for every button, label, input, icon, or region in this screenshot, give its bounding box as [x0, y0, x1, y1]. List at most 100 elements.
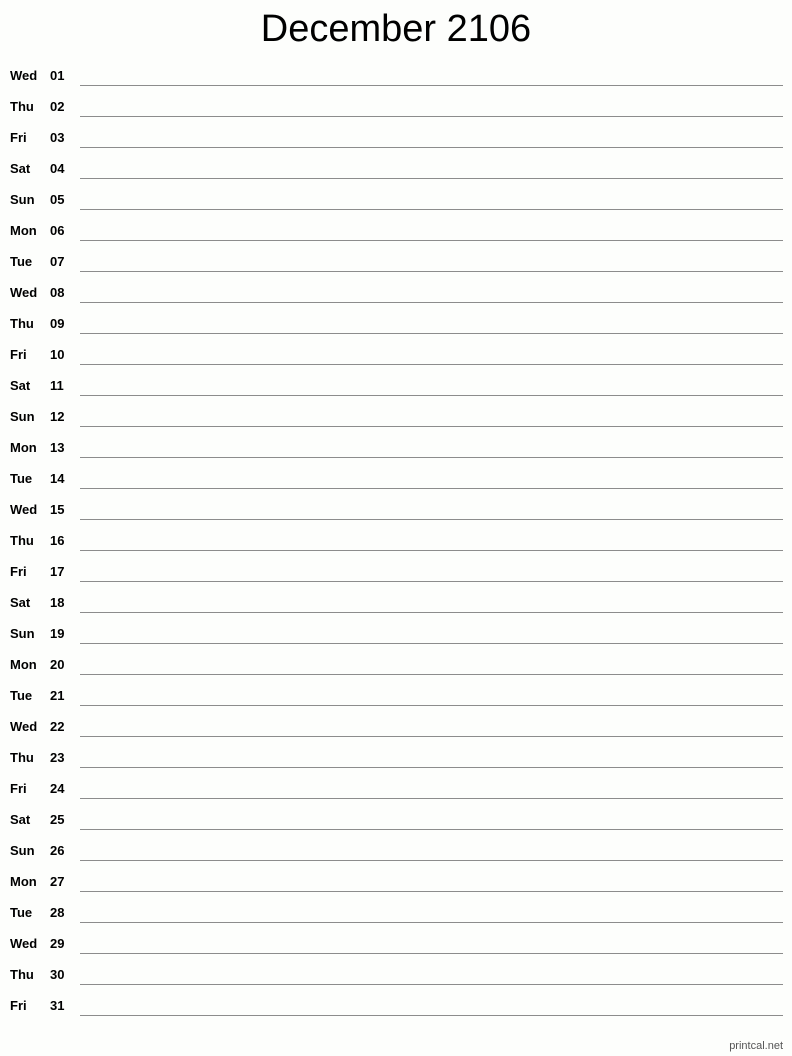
- day-of-week: Wed: [10, 68, 38, 83]
- day-number: 13: [50, 440, 65, 455]
- day-row: Wed 08: [0, 285, 792, 316]
- day-of-week: Fri: [10, 564, 27, 579]
- day-of-week: Sun: [10, 409, 35, 424]
- day-of-week: Thu: [10, 533, 34, 548]
- day-of-week: Sun: [10, 843, 35, 858]
- writing-line: [80, 364, 783, 365]
- day-of-week: Thu: [10, 967, 34, 982]
- day-row: Sat 18: [0, 595, 792, 626]
- day-number: 21: [50, 688, 65, 703]
- day-of-week: Mon: [10, 657, 37, 672]
- writing-line: [80, 333, 783, 334]
- day-row: Thu 23: [0, 750, 792, 781]
- day-row: Fri 17: [0, 564, 792, 595]
- writing-line: [80, 426, 783, 427]
- day-of-week: Sun: [10, 626, 35, 641]
- day-number: 30: [50, 967, 65, 982]
- day-row: Sun 19: [0, 626, 792, 657]
- writing-line: [80, 674, 783, 675]
- day-number: 15: [50, 502, 65, 517]
- day-row: Thu 09: [0, 316, 792, 347]
- day-row: Thu 16: [0, 533, 792, 564]
- writing-line: [80, 612, 783, 613]
- day-number: 01: [50, 68, 65, 83]
- day-number: 09: [50, 316, 65, 331]
- day-number: 23: [50, 750, 65, 765]
- day-row: Mon 20: [0, 657, 792, 688]
- day-row: Fri 10: [0, 347, 792, 378]
- writing-line: [80, 209, 783, 210]
- day-of-week: Fri: [10, 347, 27, 362]
- day-number: 07: [50, 254, 65, 269]
- day-of-week: Thu: [10, 750, 34, 765]
- writing-line: [80, 984, 783, 985]
- writing-line: [80, 302, 783, 303]
- credit-text: printcal.net: [729, 1040, 783, 1052]
- writing-line: [80, 519, 783, 520]
- day-row: Tue 07: [0, 254, 792, 285]
- writing-line: [80, 550, 783, 551]
- day-number: 17: [50, 564, 65, 579]
- day-number: 22: [50, 719, 65, 734]
- writing-line: [80, 860, 783, 861]
- day-row: Mon 27: [0, 874, 792, 905]
- day-number: 08: [50, 285, 65, 300]
- writing-line: [80, 798, 783, 799]
- day-number: 06: [50, 223, 65, 238]
- day-row: Tue 28: [0, 905, 792, 936]
- day-number: 14: [50, 471, 65, 486]
- day-of-week: Mon: [10, 874, 37, 889]
- day-row: Tue 21: [0, 688, 792, 719]
- day-of-week: Thu: [10, 316, 34, 331]
- writing-line: [80, 178, 783, 179]
- day-number: 29: [50, 936, 65, 951]
- day-number: 26: [50, 843, 65, 858]
- day-row: Mon 13: [0, 440, 792, 471]
- writing-line: [80, 147, 783, 148]
- day-row: Thu 02: [0, 99, 792, 130]
- day-of-week: Mon: [10, 440, 37, 455]
- day-of-week: Fri: [10, 781, 27, 796]
- writing-line: [80, 488, 783, 489]
- day-of-week: Tue: [10, 254, 33, 269]
- day-row: Wed 22: [0, 719, 792, 750]
- day-number: 28: [50, 905, 65, 920]
- writing-line: [80, 705, 783, 706]
- day-row: Sat 25: [0, 812, 792, 843]
- writing-line: [80, 829, 783, 830]
- day-of-week: Sat: [10, 812, 31, 827]
- day-row: Sun 26: [0, 843, 792, 874]
- writing-line: [80, 891, 783, 892]
- writing-line: [80, 581, 783, 582]
- day-of-week: Mon: [10, 223, 37, 238]
- day-number: 16: [50, 533, 65, 548]
- day-of-week: Fri: [10, 130, 27, 145]
- writing-line: [80, 85, 783, 86]
- day-row: Sun 12: [0, 409, 792, 440]
- writing-line: [80, 1015, 783, 1016]
- page-title: December 2106: [260, 8, 532, 50]
- day-row: Tue 14: [0, 471, 792, 502]
- day-row: Sat 11: [0, 378, 792, 409]
- writing-line: [80, 922, 783, 923]
- writing-line: [80, 395, 783, 396]
- day-number: 18: [50, 595, 65, 610]
- day-of-week: Wed: [10, 285, 38, 300]
- writing-line: [80, 736, 783, 737]
- day-of-week: Wed: [10, 936, 38, 951]
- day-number: 11: [50, 378, 64, 393]
- writing-line: [80, 953, 783, 954]
- day-number: 04: [50, 161, 65, 176]
- day-row: Wed 15: [0, 502, 792, 533]
- day-number: 19: [50, 626, 65, 641]
- day-of-week: Sat: [10, 161, 31, 176]
- writing-line: [80, 457, 783, 458]
- day-of-week: Wed: [10, 502, 38, 517]
- day-row: Sat 04: [0, 161, 792, 192]
- day-number: 10: [50, 347, 65, 362]
- day-of-week: Sun: [10, 192, 35, 207]
- day-of-week: Sat: [10, 378, 31, 393]
- day-number: 12: [50, 409, 65, 424]
- day-number: 24: [50, 781, 65, 796]
- day-number: 27: [50, 874, 65, 889]
